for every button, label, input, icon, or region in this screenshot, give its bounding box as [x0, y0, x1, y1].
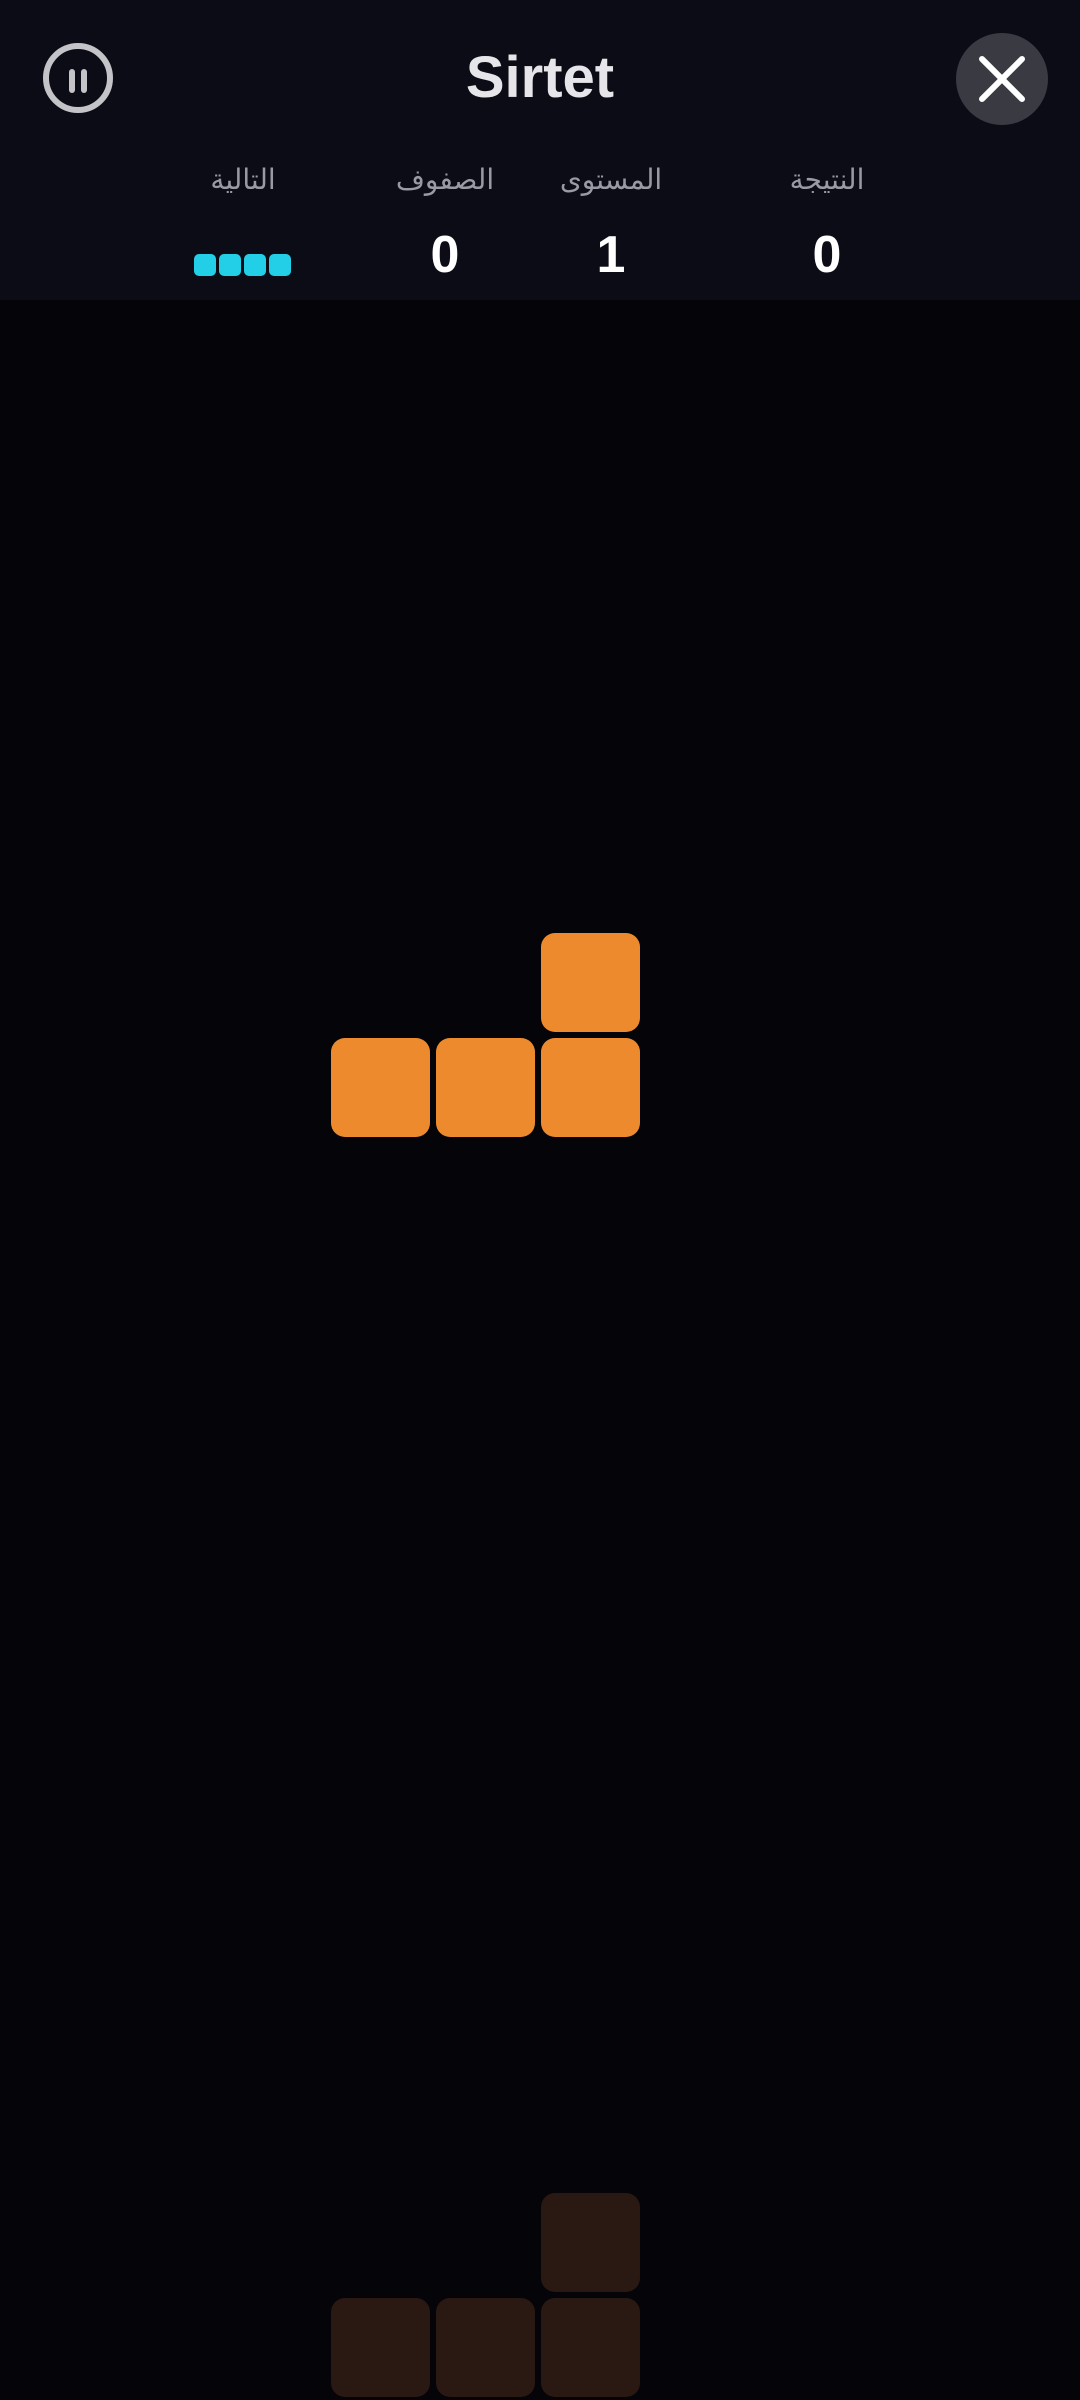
game-board[interactable] — [8, 300, 1080, 2400]
next-piece-cell — [219, 254, 241, 276]
ghost-piece-cell — [541, 2193, 640, 2292]
score-value: 0 — [812, 226, 842, 284]
next-piece-cell — [244, 254, 266, 276]
next-piece-preview — [194, 254, 294, 278]
close-icon — [979, 56, 1025, 102]
next-piece-cell — [194, 254, 216, 276]
close-button[interactable] — [956, 33, 1048, 125]
active-piece-cell — [541, 933, 640, 1032]
game-title: Sirtet — [465, 45, 615, 110]
score-label: النتيجة — [789, 164, 865, 195]
active-piece-cell — [436, 1038, 535, 1137]
ghost-piece-cell — [436, 2298, 535, 2397]
ghost-piece-cell — [331, 2298, 430, 2397]
active-piece-cell — [541, 1038, 640, 1137]
active-piece-cell — [331, 1038, 430, 1137]
game-header: Sirtet التالية الصفوف 0 المستوى 1 النتيج… — [0, 0, 1080, 300]
ghost-piece-cell — [541, 2298, 640, 2397]
next-label: التالية — [210, 164, 276, 195]
level-label: المستوى — [559, 164, 663, 195]
next-piece-cell — [269, 254, 291, 276]
level-value: 1 — [596, 226, 626, 284]
